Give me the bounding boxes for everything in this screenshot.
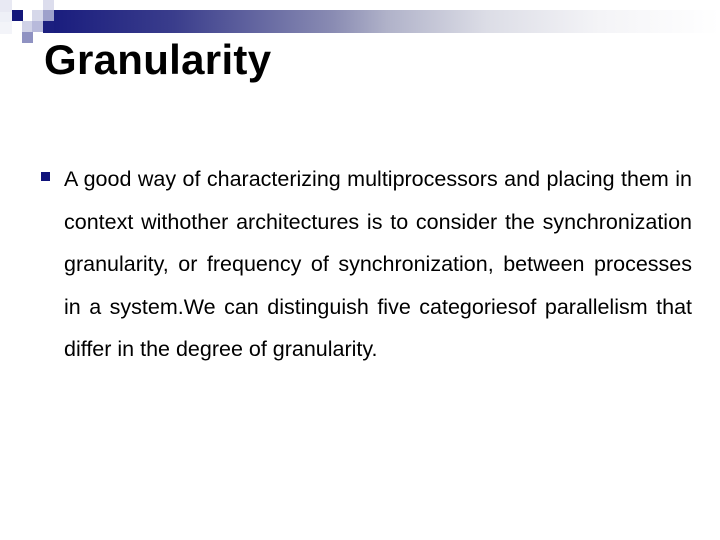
slide: Granularity A good way of characterizing…	[0, 0, 720, 540]
decor-square	[0, 12, 12, 22]
header-gradient-bar	[54, 10, 720, 33]
decor-square	[43, 0, 54, 10]
decor-square	[22, 21, 32, 32]
square-bullet-icon	[41, 172, 50, 181]
decor-square	[12, 10, 23, 21]
bullet-item: A good way of characterizing multiproces…	[40, 158, 692, 371]
decor-square	[0, 0, 12, 12]
decor-square	[22, 32, 33, 43]
decor-square	[0, 22, 12, 34]
bullet-text: A good way of characterizing multiproces…	[64, 167, 692, 362]
slide-title: Granularity	[44, 36, 272, 83]
decor-square	[43, 21, 54, 33]
decor-square	[32, 21, 43, 32]
decor-square	[43, 10, 54, 21]
decor-square	[32, 10, 43, 21]
